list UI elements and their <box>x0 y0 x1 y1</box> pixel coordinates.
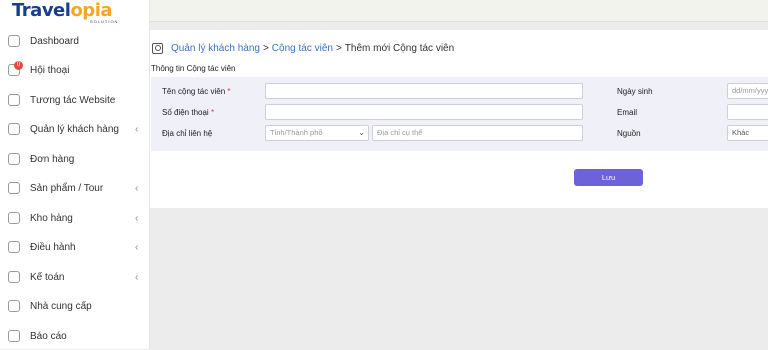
sidebar-item-label: Sản phẩm / Tour <box>30 182 104 194</box>
sidebar-item-customers[interactable]: Quản lý khách hàng ‹ <box>0 115 150 143</box>
logo-part1: Travel <box>12 0 71 21</box>
sidebar-item-dashboard[interactable]: Dashboard <box>0 27 150 55</box>
chevron-left-icon: ‹ <box>135 241 139 253</box>
email-label: Email <box>617 108 638 117</box>
chevron-left-icon: ‹ <box>135 123 139 135</box>
sidebar-item-website[interactable]: Tương tác Website <box>0 86 150 114</box>
breadcrumb-customers[interactable]: Quản lý khách hàng <box>171 43 260 54</box>
address-label: Địa chỉ liên hệ <box>162 129 213 138</box>
breadcrumb: Quản lý khách hàng > Cộng tác viên > Thê… <box>152 40 454 56</box>
sidebar-item-label: Nhà cung cấp <box>30 300 92 312</box>
box-icon <box>8 212 20 224</box>
receipt-icon <box>8 153 20 165</box>
sidebar-item-operations[interactable]: Điều hành ‹ <box>0 233 150 261</box>
logo-text: Travelopia <box>12 2 142 20</box>
source-label: Nguồn <box>617 129 641 138</box>
logo[interactable]: Travelopia SOLUTION <box>12 2 142 25</box>
sidebar-item-label: Báo cáo <box>30 330 67 342</box>
required-mark: * <box>210 108 215 117</box>
collaborator-form: Tên cộng tác viên * Số điện thoại * Địa … <box>151 77 768 151</box>
sidebar: Travelopia SOLUTION Dashboard 0 Hội thoạ… <box>0 0 150 349</box>
chevron-left-icon: ‹ <box>135 271 139 283</box>
save-button[interactable]: Lưu <box>574 169 643 186</box>
logo-part2: opia <box>70 0 113 21</box>
phone-label: Số điện thoại * <box>162 108 214 117</box>
sidebar-item-warehouse[interactable]: Kho hàng ‹ <box>0 204 150 232</box>
province-select-value: Tỉnh/Thành phố <box>270 128 323 137</box>
chevron-down-icon: ⌄ <box>358 128 365 137</box>
sidebar-item-accounting[interactable]: Kế toán ‹ <box>0 263 150 291</box>
birthday-label: Ngày sinh <box>617 87 653 96</box>
birthday-input[interactable]: dd/mm/yyyy <box>727 83 768 99</box>
section-title: Thông tin Cộng tác viên <box>151 64 236 73</box>
name-input[interactable] <box>265 83 583 99</box>
flag-icon <box>8 182 20 194</box>
sidebar-item-orders[interactable]: Đơn hàng <box>0 145 150 173</box>
chevron-left-icon: ‹ <box>135 182 139 194</box>
breadcrumb-current: Thêm mới Cộng tác viên <box>344 42 455 54</box>
sidebar-item-products[interactable]: Sản phẩm / Tour ‹ <box>0 174 150 202</box>
address-input[interactable]: Địa chỉ cụ thể <box>372 125 583 141</box>
notification-badge: 0 <box>14 61 23 70</box>
sidebar-item-label: Điều hành <box>30 241 76 253</box>
required-mark: * <box>227 87 231 96</box>
sidebar-item-label: Tương tác Website <box>30 94 116 106</box>
sidebar-item-reports[interactable]: Báo cáo <box>0 322 150 350</box>
sidebar-item-conversations[interactable]: 0 Hội thoại <box>0 56 150 84</box>
breadcrumb-separator: > <box>262 42 269 54</box>
top-bar <box>135 0 768 22</box>
chevron-left-icon: ‹ <box>135 212 139 224</box>
sidebar-item-label: Hội thoại <box>30 64 70 76</box>
dashboard-icon <box>8 35 20 47</box>
sidebar-item-suppliers[interactable]: Nhà cung cấp <box>0 292 150 320</box>
globe-icon <box>8 94 20 106</box>
bookmark-icon <box>8 300 20 312</box>
email-input[interactable] <box>727 104 768 120</box>
phone-label-text: Số điện thoại <box>162 108 209 117</box>
sidebar-item-label: Kho hàng <box>30 212 73 224</box>
phone-input[interactable] <box>265 104 583 120</box>
sidebar-item-label: Dashboard <box>30 35 79 47</box>
calculator-icon <box>8 271 20 283</box>
report-icon <box>8 330 20 342</box>
contact-card-icon <box>152 42 163 54</box>
breadcrumb-separator: > <box>335 42 342 54</box>
name-label-text: Tên cộng tác viên <box>162 87 226 96</box>
sidebar-item-label: Kế toán <box>30 271 65 283</box>
sidebar-item-label: Đơn hàng <box>30 153 75 165</box>
users-icon <box>8 123 20 135</box>
main-content: Quản lý khách hàng > Cộng tác viên > Thê… <box>150 30 768 208</box>
province-select[interactable]: Tỉnh/Thành phố ⌄ <box>265 125 369 141</box>
name-label: Tên cộng tác viên * <box>162 87 231 96</box>
source-select[interactable]: Khác <box>727 125 768 141</box>
folder-icon <box>8 241 20 253</box>
breadcrumb-collaborators[interactable]: Cộng tác viên <box>272 43 333 54</box>
logo-sub: SOLUTION <box>90 19 119 24</box>
sidebar-item-label: Quản lý khách hàng <box>30 123 119 135</box>
